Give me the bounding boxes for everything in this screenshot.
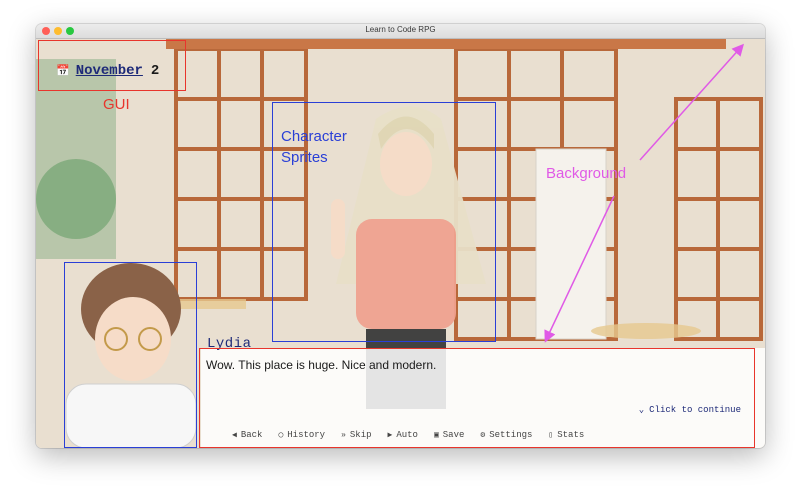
window-title: Learn to Code RPG (365, 25, 436, 34)
character-sprites-annotation-label: Character Sprites (281, 128, 347, 166)
background-annotation-label: Background (546, 165, 627, 182)
gui-annotation-box (38, 40, 186, 91)
dialogue-box-annotation (199, 348, 755, 448)
title-bar[interactable]: Learn to Code RPG (36, 24, 765, 39)
character-sprite-left-annotation-box (64, 262, 197, 448)
gui-annotation-label: GUI (103, 96, 130, 113)
